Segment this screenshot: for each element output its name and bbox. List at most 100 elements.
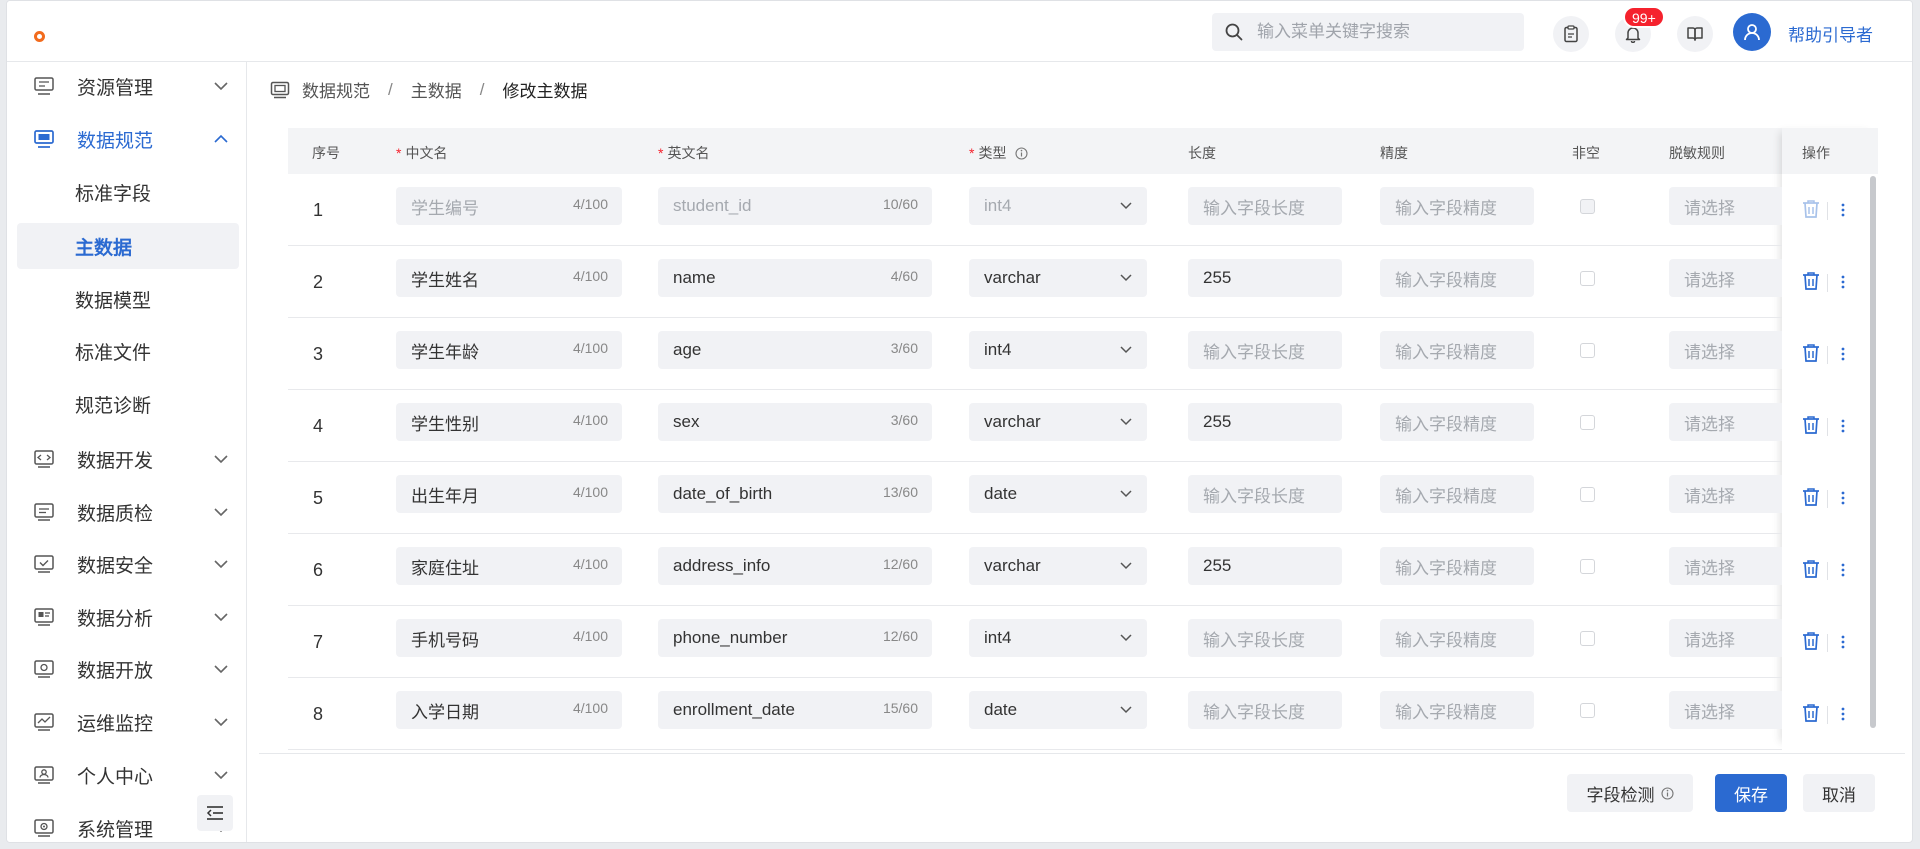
length-input[interactable]: 255 (1188, 547, 1342, 585)
not-null-checkbox[interactable] (1580, 487, 1595, 502)
trash-icon[interactable] (1802, 559, 1820, 579)
cn-name-input[interactable]: 学生性别 4/100 (396, 403, 622, 441)
length-input[interactable]: 255 (1188, 403, 1342, 441)
more-vertical-icon[interactable] (1840, 490, 1846, 506)
trash-icon[interactable] (1802, 487, 1820, 507)
logo[interactable] (34, 31, 45, 42)
table-scrollbar[interactable] (1870, 176, 1876, 728)
more-vertical-icon[interactable] (1840, 202, 1846, 218)
length-input[interactable]: 输入字段长度 (1188, 331, 1342, 369)
field-check-button[interactable]: 字段检测 (1567, 774, 1693, 812)
more-vertical-icon[interactable] (1840, 418, 1846, 434)
sidebar-item-resource[interactable]: 资源管理 (17, 63, 239, 109)
task-button[interactable] (1553, 16, 1589, 52)
type-select[interactable]: date (969, 691, 1147, 729)
search-input[interactable] (1257, 22, 1497, 42)
save-button[interactable]: 保存 (1715, 774, 1787, 812)
not-null-checkbox[interactable] (1580, 559, 1595, 574)
helper-link[interactable]: 帮助引导者 (1788, 21, 1873, 46)
sidebar-subitem[interactable]: 主数据 (17, 223, 239, 269)
sidebar-item-analysis[interactable]: 数据分析 (17, 594, 239, 640)
sidebar-item-security[interactable]: 数据安全 (17, 541, 239, 587)
precision-input[interactable]: 输入字段精度 (1380, 187, 1534, 225)
precision-input[interactable]: 输入字段精度 (1380, 619, 1534, 657)
breadcrumb-item[interactable]: 数据规范 (302, 77, 370, 102)
precision-input[interactable]: 输入字段精度 (1380, 475, 1534, 513)
cn-name-input[interactable]: 出生年月 4/100 (396, 475, 622, 513)
avatar[interactable] (1733, 13, 1771, 51)
not-null-checkbox[interactable] (1580, 199, 1595, 214)
sidebar-subitem[interactable]: 标准字段 (17, 169, 239, 215)
collapse-sidebar-button[interactable] (197, 795, 233, 831)
search-box[interactable] (1212, 13, 1524, 51)
not-null-checkbox[interactable] (1580, 271, 1595, 286)
trash-icon[interactable] (1802, 271, 1820, 291)
type-select[interactable]: varchar (969, 403, 1147, 441)
type-select[interactable]: int4 (969, 331, 1147, 369)
sidebar-item-quality[interactable]: 数据质检 (17, 489, 239, 535)
more-vertical-icon[interactable] (1840, 346, 1846, 362)
sidebar-subitem[interactable]: 数据模型 (17, 276, 239, 322)
length-input[interactable]: 输入字段长度 (1188, 691, 1342, 729)
trash-icon[interactable] (1802, 703, 1820, 723)
precision-input[interactable]: 输入字段精度 (1380, 259, 1534, 297)
type-select[interactable]: int4 (969, 619, 1147, 657)
more-vertical-icon[interactable] (1840, 274, 1846, 290)
not-null-checkbox[interactable] (1580, 415, 1595, 430)
en-name-input[interactable]: address_info 12/60 (658, 547, 932, 585)
not-null-checkbox[interactable] (1580, 631, 1595, 646)
precision-input[interactable]: 输入字段精度 (1380, 403, 1534, 441)
not-null-checkbox[interactable] (1580, 703, 1595, 718)
sidebar-subitem[interactable]: 规范诊断 (17, 381, 239, 427)
divider (1827, 346, 1828, 364)
en-name-input[interactable]: date_of_birth 13/60 (658, 475, 932, 513)
security-icon (34, 555, 54, 573)
sidebar-item-label: 个人中心 (77, 766, 154, 788)
more-vertical-icon[interactable] (1840, 634, 1846, 650)
cn-name-input[interactable]: 学生年龄 4/100 (396, 331, 622, 369)
en-name-input[interactable]: phone_number 12/60 (658, 619, 932, 657)
char-counter: 4/100 (572, 412, 608, 428)
cn-name-input[interactable]: 学生姓名 4/100 (396, 259, 622, 297)
trash-icon[interactable] (1802, 631, 1820, 651)
type-select[interactable]: int4 (969, 187, 1147, 225)
length-input[interactable]: 输入字段长度 (1188, 619, 1342, 657)
en-name-input[interactable]: enrollment_date 15/60 (658, 691, 932, 729)
length-input[interactable]: 输入字段长度 (1188, 475, 1342, 513)
sidebar-item-data-standard[interactable]: 数据规范 (17, 116, 239, 162)
trash-icon[interactable] (1802, 199, 1820, 219)
app-window: 99+ 帮助引导者 资源管理数据规范标准字段主数据数据模型标准文件规范诊断数据开… (6, 0, 1913, 843)
cancel-button[interactable]: 取消 (1803, 774, 1875, 812)
more-vertical-icon[interactable] (1840, 562, 1846, 578)
precision-input[interactable]: 输入字段精度 (1380, 331, 1534, 369)
en-name-input[interactable]: name 4/60 (658, 259, 932, 297)
sidebar: 资源管理数据规范标准字段主数据数据模型标准文件规范诊断数据开发数据质检数据安全数… (7, 62, 247, 842)
sidebar-subitem[interactable]: 标准文件 (17, 328, 239, 374)
more-vertical-icon[interactable] (1840, 706, 1846, 722)
en-name-input[interactable]: student_id 10/60 (658, 187, 932, 225)
breadcrumb-item[interactable]: 主数据 (411, 77, 462, 102)
not-null-checkbox[interactable] (1580, 343, 1595, 358)
sidebar-item-monitor[interactable]: 运维监控 (17, 699, 239, 745)
sidebar-item-code[interactable]: 数据开发 (17, 436, 239, 482)
cn-name-input[interactable]: 学生编号 4/100 (396, 187, 622, 225)
docs-button[interactable] (1677, 16, 1713, 52)
sidebar-item-open[interactable]: 数据开放 (17, 646, 239, 692)
type-select[interactable]: date (969, 475, 1147, 513)
sidebar-item-user-center[interactable]: 个人中心 (17, 752, 239, 798)
trash-icon[interactable] (1802, 415, 1820, 435)
en-name-input[interactable]: age 3/60 (658, 331, 932, 369)
length-input[interactable]: 255 (1188, 259, 1342, 297)
precision-input[interactable]: 输入字段精度 (1380, 547, 1534, 585)
trash-icon[interactable] (1802, 343, 1820, 363)
col-precision: 精度 (1380, 145, 1408, 161)
system-icon (34, 819, 54, 837)
cn-name-input[interactable]: 入学日期 4/100 (396, 691, 622, 729)
cn-name-input[interactable]: 手机号码 4/100 (396, 619, 622, 657)
type-select[interactable]: varchar (969, 259, 1147, 297)
precision-input[interactable]: 输入字段精度 (1380, 691, 1534, 729)
cn-name-input[interactable]: 家庭住址 4/100 (396, 547, 622, 585)
en-name-input[interactable]: sex 3/60 (658, 403, 932, 441)
length-input[interactable]: 输入字段长度 (1188, 187, 1342, 225)
type-select[interactable]: varchar (969, 547, 1147, 585)
